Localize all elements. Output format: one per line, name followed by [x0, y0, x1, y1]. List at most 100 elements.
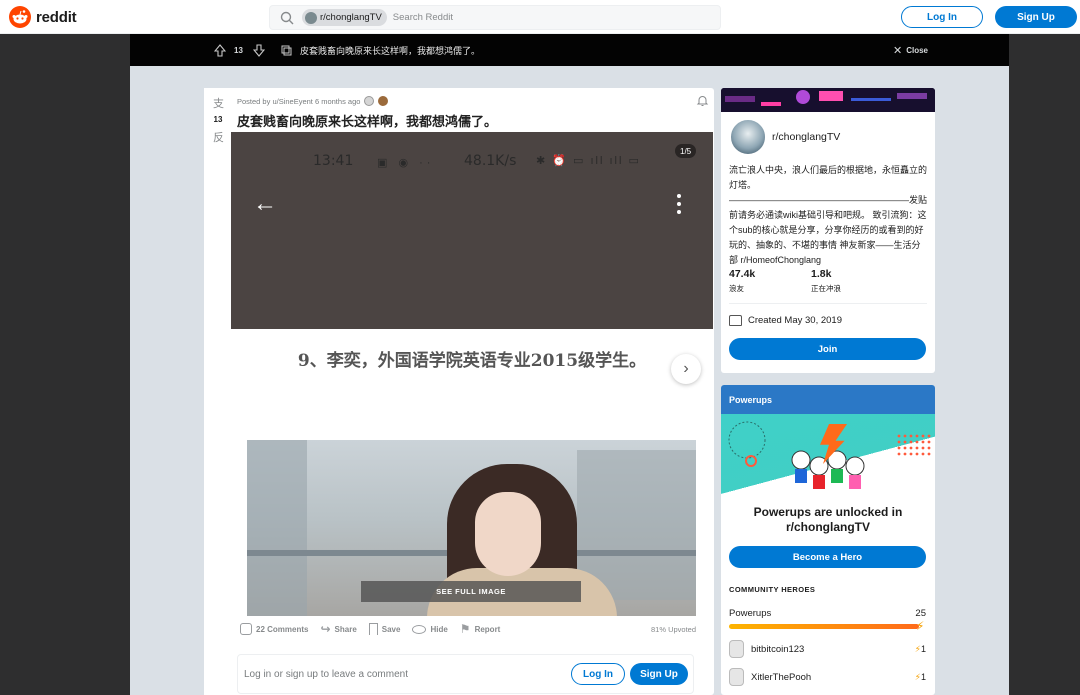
- share-label: Share: [334, 624, 357, 634]
- members-stat: 47.4k 浪友: [729, 268, 755, 294]
- reddit-snoo-icon: [9, 6, 31, 28]
- subreddit-filter-chip[interactable]: r/chonglangTV: [302, 9, 387, 26]
- search-bar[interactable]: r/chonglangTV Search Reddit: [269, 5, 721, 30]
- post-vote-count: 13: [213, 115, 223, 124]
- powerup-bolt-icon: ⚡: [916, 619, 925, 633]
- online-stat: 1.8k 正在冲浪: [811, 268, 841, 294]
- hero-avatar: [729, 640, 744, 658]
- search-icon: [280, 11, 294, 24]
- vote-column: 支 13 反: [204, 88, 232, 695]
- hero-name: XitlerThePooh: [751, 671, 812, 683]
- powerups-title: Powerups are unlocked in r/chonglangTV: [753, 505, 903, 534]
- notification-bell-icon[interactable]: [696, 94, 709, 107]
- downvote-arrow-icon[interactable]: [253, 34, 265, 66]
- hero-row[interactable]: XitlerThePooh ⚡1: [729, 668, 926, 686]
- powerups-header: Powerups: [721, 385, 935, 414]
- report-label: Report: [474, 624, 501, 634]
- comment-signup-button[interactable]: Sign Up: [630, 663, 688, 685]
- comment-icon: [240, 623, 252, 635]
- community-name[interactable]: r/chonglangTV: [772, 131, 840, 143]
- photo-subject: [475, 492, 541, 576]
- close-label: Close: [906, 45, 929, 55]
- comments-button[interactable]: 22 Comments: [240, 623, 308, 635]
- community-description: 流亡浪人中央，浪人们最后的根据地，永恒矗立的灯塔。———————————————…: [729, 165, 928, 265]
- reddit-logo[interactable]: reddit: [9, 6, 77, 28]
- award-icon: [378, 96, 389, 106]
- hero-count-value: 1: [920, 671, 926, 682]
- back-arrow-icon: ←: [253, 190, 277, 217]
- chip-label: r/chonglangTV: [320, 12, 382, 23]
- report-button[interactable]: ⚑ Report: [460, 622, 501, 636]
- community-avatar: [729, 118, 767, 156]
- flag-icon: ⚑: [459, 622, 471, 636]
- kebab-menu-icon: [677, 194, 681, 218]
- phone-status-icons: ✱ ⏰ ▭ ıll ıll ▭: [536, 155, 641, 167]
- hero-count-value: 1: [920, 643, 926, 654]
- upvote-button[interactable]: 支: [213, 95, 224, 111]
- save-label: Save: [381, 624, 401, 634]
- close-icon: ✕: [893, 44, 903, 57]
- comments-label: 22 Comments: [256, 624, 309, 634]
- powerups-count: 25: [915, 608, 926, 619]
- downvote-button[interactable]: 反: [213, 129, 224, 145]
- hero-name: bitbitcoin123: [751, 643, 805, 655]
- members-label: 浪友: [729, 284, 744, 293]
- powerups-card: Powerups Powerups are unlocked in r/chon…: [721, 385, 935, 695]
- cake-icon: [729, 315, 742, 326]
- post-meta-text[interactable]: Posted by u/SineEyent 6 months ago: [237, 97, 360, 106]
- photo-background: [247, 440, 307, 616]
- hide-button[interactable]: Hide: [412, 624, 448, 634]
- search-input[interactable]: Search Reddit: [393, 12, 453, 23]
- comment-login-button[interactable]: Log In: [571, 663, 625, 685]
- gallery-counter: 1/5: [675, 144, 697, 158]
- award-icon: [364, 96, 375, 106]
- divider: [729, 303, 927, 304]
- logo-text: reddit: [36, 8, 77, 26]
- see-full-image-button[interactable]: SEE FULL IMAGE: [361, 581, 581, 602]
- upvote-arrow-icon[interactable]: [214, 34, 226, 66]
- become-hero-button[interactable]: Become a Hero: [729, 546, 926, 568]
- online-label: 正在冲浪: [811, 284, 841, 293]
- powerups-illustration: [721, 414, 935, 502]
- gallery-next-button[interactable]: ›: [671, 354, 701, 384]
- hide-label: Hide: [430, 624, 448, 634]
- powerups-progress-bar: [729, 624, 919, 629]
- screenshot-image: 13:41 ▣ ◉ ·· 48.1K/s ✱ ⏰ ▭ ıll ıll ▭ ← 1…: [231, 132, 713, 329]
- community-heroes-heading: COMMUNITY HEROES: [729, 585, 816, 594]
- post-title: 皮套贱畜向晚原来长这样啊，我都想鸿儒了。: [237, 114, 498, 129]
- close-button[interactable]: ✕ Close: [893, 34, 928, 66]
- hero-avatar: [729, 668, 744, 686]
- comment-login-prompt: Log in or sign up to leave a comment Log…: [237, 654, 694, 694]
- phone-time: 13:41: [313, 153, 354, 169]
- signup-button[interactable]: Sign Up: [995, 6, 1077, 28]
- post-actions: 22 Comments ↪ Share Save Hide ⚑ Report: [240, 622, 500, 636]
- top-nav: reddit r/chonglangTV Search Reddit Log I…: [0, 0, 1080, 34]
- share-button[interactable]: ↪ Share: [320, 622, 356, 636]
- upvote-ratio: 81% Upvoted: [651, 625, 697, 634]
- powerups-count-label: Powerups: [729, 608, 772, 619]
- phone-network-speed: 48.1K/s: [464, 153, 517, 169]
- hero-row[interactable]: bitbitcoin123 ⚡1: [729, 640, 926, 658]
- post-bar-title: 皮套贱畜向晚原来长这样啊，我都想鸿儒了。: [300, 45, 481, 56]
- portrait-photo: SEE FULL IMAGE: [247, 440, 696, 616]
- post-meta: Posted by u/SineEyent 6 months ago: [237, 96, 389, 106]
- hero-powerup-count: ⚡1: [915, 672, 926, 683]
- post-top-bar: 13 皮套贱畜向晚原来长这样啊，我都想鸿儒了。 ✕ Close: [130, 34, 1009, 66]
- gallery-post-icon: [281, 34, 292, 66]
- image-gallery[interactable]: 13:41 ▣ ◉ ·· 48.1K/s ✱ ⏰ ▭ ıll ıll ▭ ← 1…: [231, 132, 713, 616]
- online-count: 1.8k: [811, 268, 832, 280]
- image-caption: 9、李奕，外国语学院英语专业2015级学生。: [297, 351, 647, 371]
- join-button[interactable]: Join: [729, 338, 926, 360]
- subreddit-avatar-icon: [305, 11, 317, 24]
- community-banner: [721, 88, 935, 112]
- members-count: 47.4k: [729, 268, 756, 280]
- eye-slash-icon: [412, 624, 427, 634]
- community-card: r/chonglangTV 流亡浪人中央，浪人们最后的根据地，永恒矗立的灯塔。—…: [721, 88, 935, 373]
- created-label: Created May 30, 2019: [748, 315, 843, 326]
- hero-powerup-count: ⚡1: [915, 644, 926, 655]
- powerups-count-row: Powerups 25: [729, 608, 926, 619]
- chevron-right-icon: ›: [683, 360, 689, 377]
- login-button[interactable]: Log In: [901, 6, 983, 28]
- created-date: Created May 30, 2019: [729, 315, 842, 326]
- save-button[interactable]: Save: [368, 623, 401, 635]
